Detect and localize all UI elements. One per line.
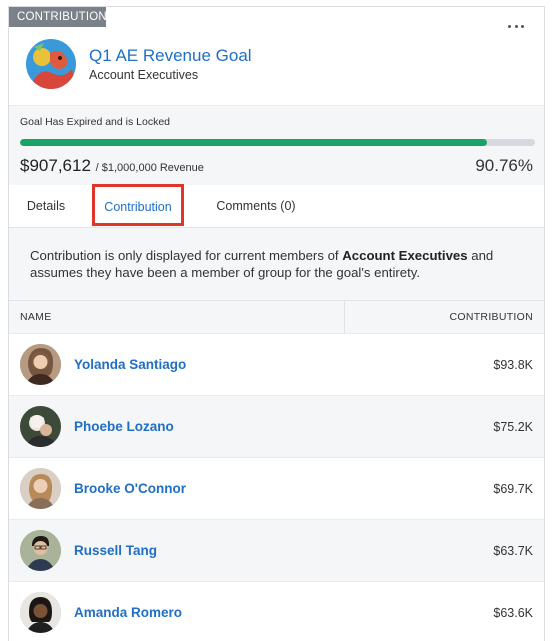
- member-contribution: $63.7K: [493, 544, 533, 558]
- notice-group: Account Executives: [342, 248, 468, 263]
- contribution-notice: Contribution is only displayed for curre…: [30, 247, 530, 281]
- goal-group: Account Executives: [89, 68, 199, 82]
- card-type-tag: CONTRIBUTION: [9, 7, 107, 27]
- tab-bar: Details Contribution Comments (0): [9, 184, 544, 228]
- ellipsis-icon[interactable]: [508, 21, 524, 31]
- goal-logo: [26, 39, 76, 89]
- table-row: Phoebe Lozano $75.2K: [9, 395, 544, 457]
- member-name[interactable]: Phoebe Lozano: [74, 396, 174, 458]
- table-header: NAME CONTRIBUTION: [9, 300, 544, 333]
- member-contribution: $63.6K: [493, 606, 533, 620]
- tab-contribution[interactable]: Contribution: [92, 184, 184, 226]
- goal-target: / $1,000,000 Revenue: [95, 162, 204, 174]
- table-row: Russell Tang $63.7K: [9, 519, 544, 581]
- progress-bar: [20, 139, 535, 146]
- goal-header: Q1 AE Revenue Goal Account Executives: [9, 35, 544, 105]
- avatar: [20, 468, 61, 509]
- member-contribution: $75.2K: [493, 420, 533, 434]
- goal-card: CONTRIBUTION Q1 AE Revenue Goal Account …: [8, 6, 545, 641]
- tab-details[interactable]: Details: [25, 185, 67, 227]
- goal-status: Goal Has Expired and is Locked: [20, 116, 170, 128]
- member-contribution: $69.7K: [493, 482, 533, 496]
- goal-amount-value: $907,612: [20, 156, 91, 175]
- table-row: Yolanda Santiago $93.8K: [9, 333, 544, 395]
- contribution-panel: Contribution is only displayed for curre…: [9, 228, 544, 641]
- avatar: [20, 344, 61, 385]
- column-header-contribution[interactable]: CONTRIBUTION: [449, 301, 533, 334]
- tab-comments[interactable]: Comments (0): [214, 185, 298, 227]
- contribution-table: NAME CONTRIBUTION Yolanda Santiago $93.8…: [9, 300, 544, 641]
- goal-amount: $907,612 / $1,000,000 Revenue: [20, 156, 204, 176]
- member-contribution: $93.8K: [493, 358, 533, 372]
- member-name[interactable]: Amanda Romero: [74, 582, 182, 641]
- goal-progress: Goal Has Expired and is Locked $907,612 …: [9, 105, 544, 185]
- column-divider: [344, 301, 345, 333]
- member-name[interactable]: Brooke O'Connor: [74, 458, 186, 520]
- avatar: [20, 592, 61, 633]
- notice-prefix: Contribution is only displayed for curre…: [30, 248, 343, 263]
- avatar: [20, 530, 61, 571]
- goal-percent: 90.76%: [475, 156, 533, 175]
- table-row: Amanda Romero $63.6K: [9, 581, 544, 641]
- member-name[interactable]: Yolanda Santiago: [74, 334, 186, 396]
- column-header-name[interactable]: NAME: [20, 301, 52, 334]
- goal-title[interactable]: Q1 AE Revenue Goal: [89, 46, 252, 66]
- progress-bar-fill: [20, 139, 488, 146]
- table-row: Brooke O'Connor $69.7K: [9, 457, 544, 519]
- member-name[interactable]: Russell Tang: [74, 520, 157, 582]
- avatar: [20, 406, 61, 447]
